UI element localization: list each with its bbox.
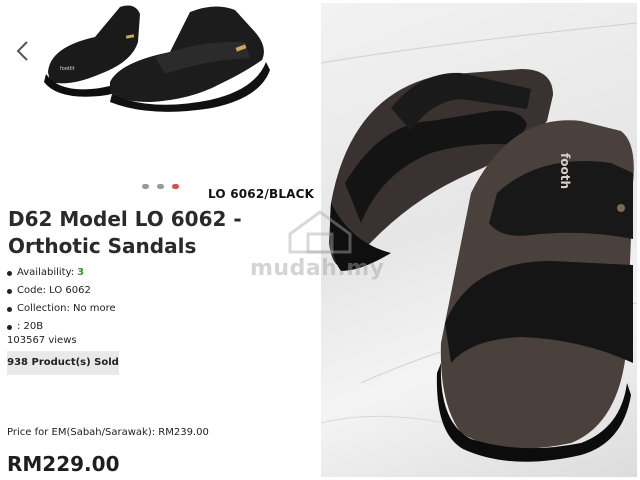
product-info-panel: footlit LO 6062/BLACK D62 Model LO 6062 …	[0, 0, 318, 480]
watermark-text: mudah.my	[250, 256, 385, 281]
bullet-icon	[7, 324, 12, 330]
bullet-icon	[7, 288, 12, 294]
gallery-dot-active[interactable]	[172, 184, 179, 189]
availability-label: Availability:	[17, 267, 75, 278]
product-photo-image: footh	[321, 22, 637, 462]
availability-value: 3	[77, 267, 85, 278]
spec-availability: Availability: 3	[7, 264, 116, 282]
product-photo-panel[interactable]: footh	[321, 3, 637, 477]
thumb-brand-logo: footlit	[60, 66, 75, 72]
size-text: : 20B	[17, 321, 44, 332]
gallery-pagination	[142, 184, 179, 189]
bullet-icon	[7, 270, 12, 276]
chevron-left-icon[interactable]	[14, 40, 32, 62]
product-title: D62 Model LO 6062 - Orthotic Sandals	[8, 207, 242, 258]
collection-text: Collection: No more	[17, 303, 116, 314]
price-em-text: Price for EM(Sabah/Sarawak): RM239.00	[7, 427, 209, 438]
spec-size: : 20B	[7, 318, 116, 336]
variant-label: LO 6062/BLACK	[208, 187, 315, 201]
product-thumbnail-image[interactable]: footlit	[40, 2, 276, 112]
price: RM229.00	[7, 452, 120, 476]
spec-code: Code: LO 6062	[7, 282, 116, 300]
spec-collection: Collection: No more	[7, 300, 116, 318]
code-text: Code: LO 6062	[17, 285, 91, 296]
view-count: 103567 views	[7, 335, 77, 346]
product-specs-list: Availability: 3 Code: LO 6062 Collection…	[7, 264, 116, 336]
sold-count-badge: 938 Product(s) Sold	[7, 351, 119, 375]
photo-brand-logo: footh	[558, 153, 572, 189]
bullet-icon	[7, 306, 12, 312]
gallery-dot[interactable]	[157, 184, 164, 189]
gallery-dot[interactable]	[142, 184, 149, 189]
